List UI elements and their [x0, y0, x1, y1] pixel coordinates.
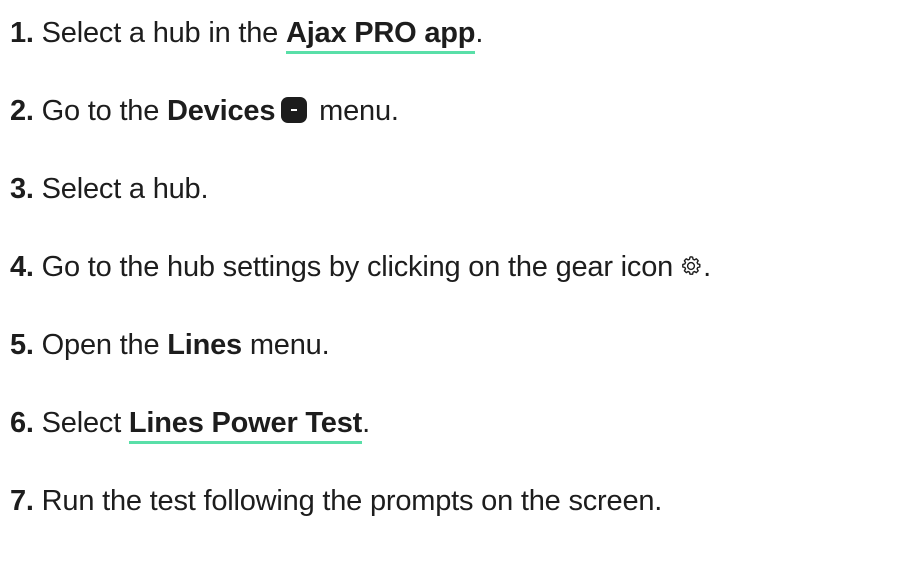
step-text-end: menu.: [319, 95, 399, 127]
lines-power-test-link[interactable]: Lines Power Test: [128, 407, 362, 444]
step-number: 1.: [10, 17, 34, 49]
step-text: Select a hub in the: [41, 17, 279, 49]
step-text-end: .: [475, 17, 484, 49]
step-7: 7. Run the test following the prompts on…: [10, 481, 662, 521]
step-number: 5.: [10, 329, 34, 361]
step-text-end: .: [703, 251, 711, 283]
step-number: 6.: [10, 407, 34, 439]
step-4: 4. Go to the hub settings by clicking on…: [10, 247, 711, 287]
step-text: Open the: [41, 329, 160, 361]
step-1: 1. Select a hub in the Ajax PRO app.: [10, 13, 484, 54]
gear-icon: [682, 256, 701, 275]
step-text: Select: [41, 407, 122, 439]
step-3: 3. Select a hub.: [10, 169, 209, 209]
step-number: 2.: [10, 95, 34, 127]
lines-menu-name: Lines: [167, 329, 242, 361]
step-text: Go to the: [41, 95, 160, 127]
step-number: 3.: [10, 173, 34, 205]
step-text: Go to the hub settings by clicking on th…: [41, 251, 674, 283]
step-number: 7.: [10, 485, 34, 517]
step-5: 5. Open the Lines menu.: [10, 325, 330, 365]
devices-menu-name: Devices: [167, 95, 276, 127]
step-text-end: menu.: [249, 329, 330, 361]
step-6: 6. Select Lines Power Test.: [10, 403, 370, 444]
devices-icon: [281, 97, 308, 123]
step-text: Select a hub.: [41, 173, 209, 205]
step-text-end: .: [362, 407, 370, 439]
ajax-pro-app-link[interactable]: Ajax PRO app: [285, 17, 476, 54]
step-2: 2. Go to the Devices menu.: [10, 91, 399, 131]
step-text: Run the test following the prompts on th…: [41, 485, 663, 517]
step-number: 4.: [10, 251, 34, 283]
